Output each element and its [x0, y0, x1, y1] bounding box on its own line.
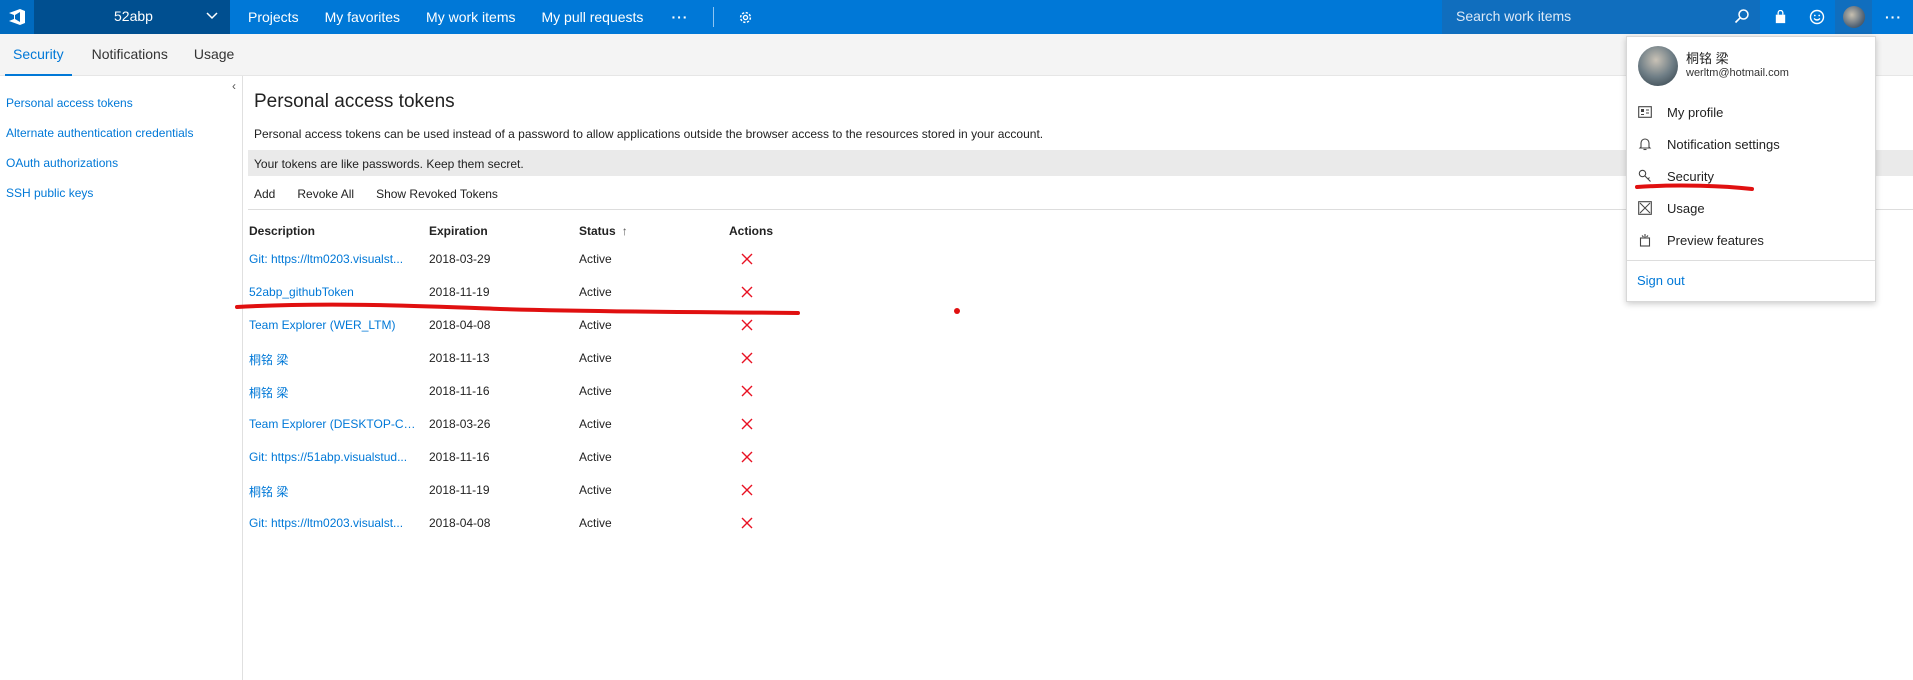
account-selector[interactable]: 52abp — [34, 0, 230, 34]
token-description-link[interactable]: Team Explorer (DESKTOP-CK... — [249, 417, 421, 431]
token-expiration: 2018-11-19 — [429, 285, 490, 299]
token-status: Active — [579, 351, 612, 365]
menu-item-label: Security — [1667, 168, 1714, 184]
profile-dropdown: 桐铭 梁 werltm@hotmail.com My profile Notif… — [1626, 36, 1876, 302]
smiley-icon[interactable] — [1798, 0, 1835, 34]
vsts-logo-icon[interactable] — [0, 0, 34, 34]
gear-icon[interactable] — [724, 10, 767, 25]
menu-divider — [1627, 260, 1875, 261]
top-nav: Projects My favorites My work items My p… — [235, 0, 767, 34]
revoke-token-icon[interactable] — [741, 385, 755, 399]
contact-card-icon — [1637, 104, 1653, 120]
chevron-down-icon — [206, 8, 218, 24]
bell-icon — [1637, 136, 1653, 152]
menu-item-label: Notification settings — [1667, 136, 1780, 152]
revoke-token-icon[interactable] — [741, 253, 755, 267]
add-button[interactable]: Add — [248, 184, 275, 209]
nav-divider — [713, 7, 715, 27]
column-header-description[interactable]: Description — [249, 224, 315, 238]
token-expiration: 2018-03-26 — [429, 417, 491, 431]
avatar — [1842, 6, 1865, 28]
menu-item-security[interactable]: Security — [1637, 166, 1714, 186]
token-description-link[interactable]: Git: https://ltm0203.visualst... — [249, 252, 421, 266]
menu-item-label: Usage — [1667, 200, 1705, 216]
revoke-token-icon[interactable] — [741, 418, 755, 432]
sign-out-link[interactable]: Sign out — [1637, 273, 1685, 288]
token-expiration: 2018-04-08 — [429, 516, 491, 530]
token-expiration: 2018-11-16 — [429, 450, 490, 464]
tab-usage[interactable]: Usage — [186, 34, 242, 76]
page-description: Personal access tokens can be used inste… — [254, 127, 1044, 141]
column-header-expiration[interactable]: Expiration — [429, 224, 488, 238]
nav-my-favorites[interactable]: My favorites — [312, 0, 413, 34]
nav-my-pull-requests[interactable]: My pull requests — [529, 0, 657, 34]
token-expiration: 2018-11-19 — [429, 483, 490, 497]
sidebar-item-oauth-authorizations[interactable]: OAuth authorizations — [6, 156, 118, 170]
profile-name: 桐铭 梁 — [1686, 51, 1729, 66]
security-sidebar: ‹ Personal access tokens Alternate authe… — [0, 76, 243, 680]
page-title: Personal access tokens — [254, 91, 455, 112]
token-description-link[interactable]: Team Explorer (WER_LTM) — [249, 318, 421, 332]
preview-features-icon — [1637, 232, 1653, 248]
token-status: Active — [579, 384, 612, 398]
profile-email: werltm@hotmail.com — [1686, 67, 1789, 79]
menu-item-usage[interactable]: Usage — [1637, 198, 1705, 218]
token-status: Active — [579, 285, 612, 299]
usage-icon — [1637, 200, 1653, 216]
revoke-token-icon[interactable] — [741, 319, 755, 333]
token-status: Active — [579, 417, 612, 431]
marketplace-icon[interactable] — [1762, 0, 1799, 34]
search-input[interactable]: Search work items — [1456, 8, 1571, 24]
more-options-icon[interactable]: ··· — [1875, 0, 1912, 34]
menu-item-notification-settings[interactable]: Notification settings — [1637, 134, 1780, 154]
sidebar-item-personal-access-tokens[interactable]: Personal access tokens — [6, 96, 133, 110]
revoke-token-icon[interactable] — [741, 484, 755, 498]
revoke-token-icon[interactable] — [741, 451, 755, 465]
token-status: Active — [579, 483, 612, 497]
menu-item-label: Preview features — [1667, 232, 1764, 248]
column-header-actions: Actions — [729, 224, 774, 238]
collapse-sidebar-icon[interactable]: ‹ — [232, 79, 236, 93]
token-status: Active — [579, 252, 612, 266]
key-icon — [1637, 168, 1653, 184]
menu-item-my-profile[interactable]: My profile — [1637, 102, 1723, 122]
menu-item-label: My profile — [1667, 104, 1724, 120]
revoke-token-icon[interactable] — [741, 517, 755, 531]
tab-security[interactable]: Security — [5, 34, 72, 76]
revoke-all-button[interactable]: Revoke All — [291, 184, 354, 209]
token-description-link[interactable]: 52abp_githubToken — [249, 285, 421, 299]
search-box[interactable]: Search work items — [1442, 0, 1760, 34]
token-description-link[interactable]: Git: https://ltm0203.visualst... — [249, 516, 421, 530]
show-revoked-tokens-button[interactable]: Show Revoked Tokens — [370, 184, 498, 209]
ellipsis-icon: ··· — [1885, 9, 1902, 25]
token-expiration: 2018-04-08 — [429, 318, 491, 332]
token-expiration: 2018-11-16 — [429, 384, 490, 398]
search-icon[interactable] — [1734, 8, 1750, 27]
revoke-token-icon[interactable] — [741, 286, 755, 300]
token-description-link[interactable]: 桐铭 梁 — [249, 483, 421, 500]
top-bar: 52abp Projects My favorites My work item… — [0, 0, 1913, 34]
profile-avatar — [1638, 46, 1678, 86]
tab-notifications[interactable]: Notifications — [84, 34, 176, 76]
column-header-status[interactable]: Status ↑ — [579, 224, 628, 238]
token-description-link[interactable]: 桐铭 梁 — [249, 384, 421, 401]
more-icon[interactable]: ··· — [656, 9, 703, 25]
token-status: Active — [579, 516, 612, 530]
token-description-link[interactable]: 桐铭 梁 — [249, 351, 421, 368]
token-description-link[interactable]: Git: https://51abp.visualstud... — [249, 450, 421, 464]
profile-button[interactable] — [1835, 0, 1872, 34]
sidebar-item-ssh-public-keys[interactable]: SSH public keys — [6, 186, 93, 200]
sidebar-item-alternate-credentials[interactable]: Alternate authentication credentials — [6, 126, 193, 140]
nav-my-work-items[interactable]: My work items — [413, 0, 528, 34]
revoke-token-icon[interactable] — [741, 352, 755, 366]
account-name: 52abp — [114, 8, 153, 24]
sort-ascending-icon: ↑ — [621, 224, 628, 238]
token-expiration: 2018-03-29 — [429, 252, 491, 266]
column-header-status-label: Status — [579, 224, 616, 238]
token-expiration: 2018-11-13 — [429, 351, 490, 365]
token-status: Active — [579, 318, 612, 332]
token-status: Active — [579, 450, 612, 464]
nav-projects[interactable]: Projects — [235, 0, 312, 34]
menu-item-preview-features[interactable]: Preview features — [1637, 230, 1764, 250]
